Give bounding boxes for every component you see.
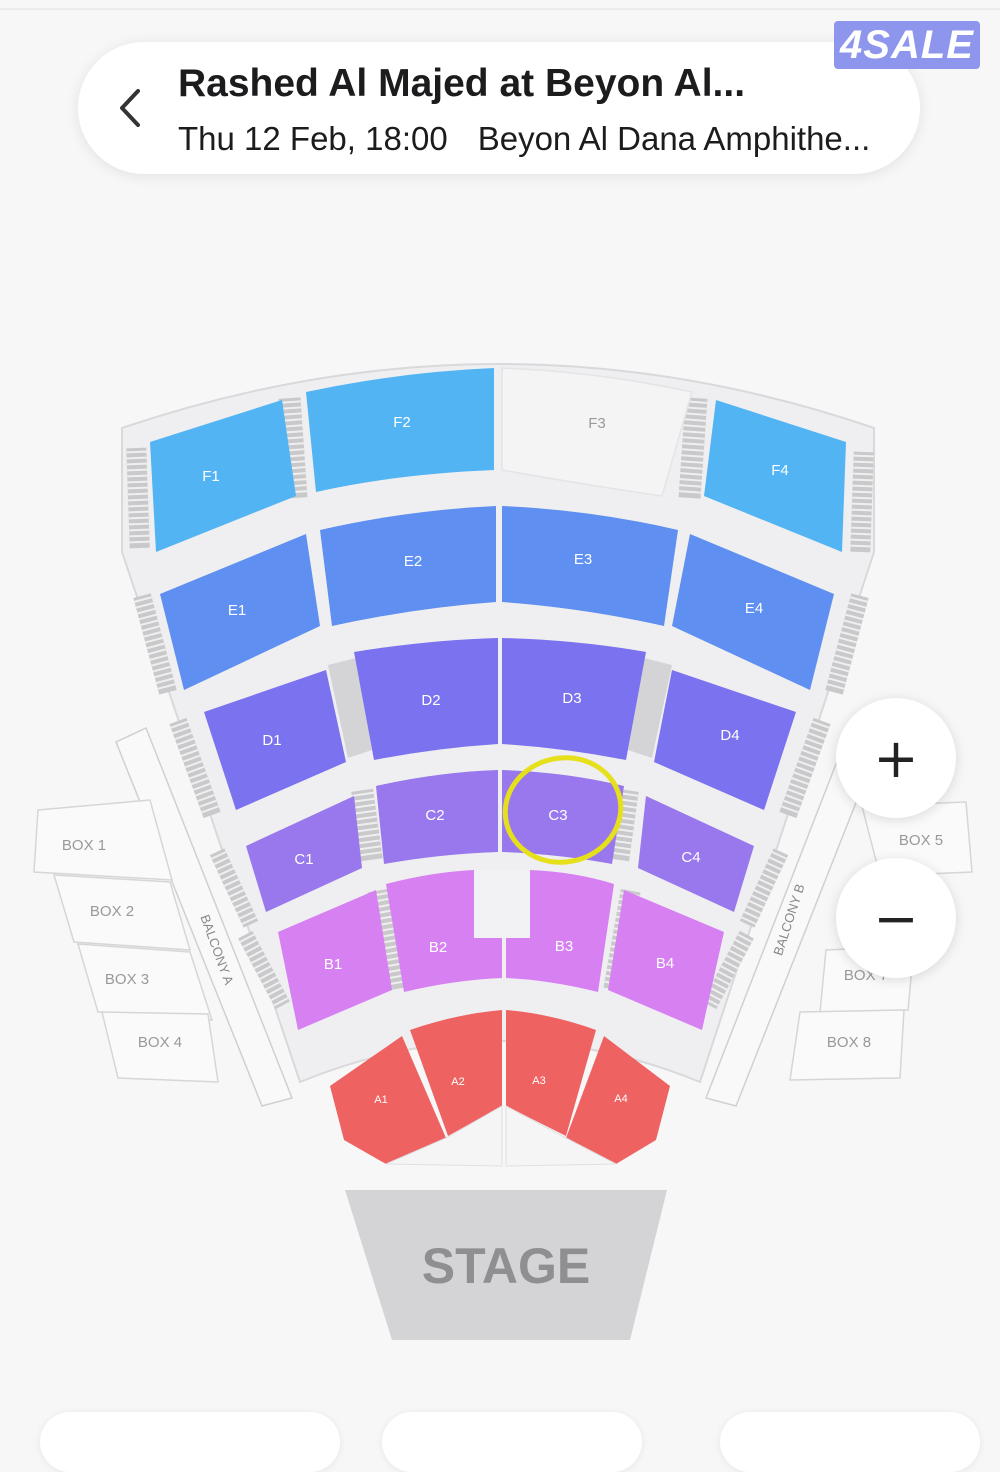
aisle-stairs bbox=[126, 447, 150, 549]
section-b1-label: B1 bbox=[324, 956, 342, 973]
bottom-tab[interactable] bbox=[720, 1412, 980, 1472]
section-d2-label: D2 bbox=[421, 692, 440, 709]
section-b3-label: B3 bbox=[555, 938, 573, 955]
plus-icon: + bbox=[873, 726, 919, 790]
center-platform bbox=[474, 870, 530, 938]
box-1-label: BOX 1 bbox=[62, 837, 106, 854]
section-f4-label: F4 bbox=[771, 462, 789, 479]
box-8-label: BOX 8 bbox=[827, 1034, 871, 1051]
section-e3-label: E3 bbox=[574, 551, 592, 568]
section-d1-label: D1 bbox=[262, 732, 281, 749]
section-d3-label: D3 bbox=[562, 690, 581, 707]
section-e4-label: E4 bbox=[745, 600, 763, 617]
box-3-label: BOX 3 bbox=[105, 971, 149, 988]
box-4-label: BOX 4 bbox=[138, 1034, 182, 1051]
section-a1-label: A1 bbox=[374, 1094, 387, 1106]
aisle-stairs bbox=[850, 451, 874, 553]
section-c3-label: C3 bbox=[548, 807, 567, 824]
section-c4-label: C4 bbox=[681, 849, 700, 866]
section-f1-label: F1 bbox=[202, 468, 220, 485]
bottom-tab[interactable] bbox=[40, 1412, 340, 1472]
section-b4-label: B4 bbox=[656, 955, 674, 972]
section-c1-label: C1 bbox=[294, 851, 313, 868]
zoom-in-button[interactable]: + bbox=[836, 698, 956, 818]
section-e1-label: E1 bbox=[228, 602, 246, 619]
section-d4-label: D4 bbox=[720, 727, 739, 744]
section-a3-label: A3 bbox=[532, 1075, 545, 1087]
box-2-label: BOX 2 bbox=[90, 903, 134, 920]
zoom-out-button[interactable]: − bbox=[836, 858, 956, 978]
bottom-tab[interactable] bbox=[382, 1412, 642, 1472]
section-b2-label: B2 bbox=[429, 939, 447, 956]
stage-label: STAGE bbox=[422, 1238, 591, 1294]
section-a2-label: A2 bbox=[451, 1076, 464, 1088]
box-5-label: BOX 5 bbox=[899, 832, 943, 849]
section-e2-label: E2 bbox=[404, 553, 422, 570]
section-c2-label: C2 bbox=[425, 807, 444, 824]
section-f2-label: F2 bbox=[393, 414, 411, 431]
minus-icon: − bbox=[873, 886, 919, 950]
section-f3-label: F3 bbox=[588, 415, 606, 432]
section-a4-label: A4 bbox=[614, 1093, 627, 1105]
